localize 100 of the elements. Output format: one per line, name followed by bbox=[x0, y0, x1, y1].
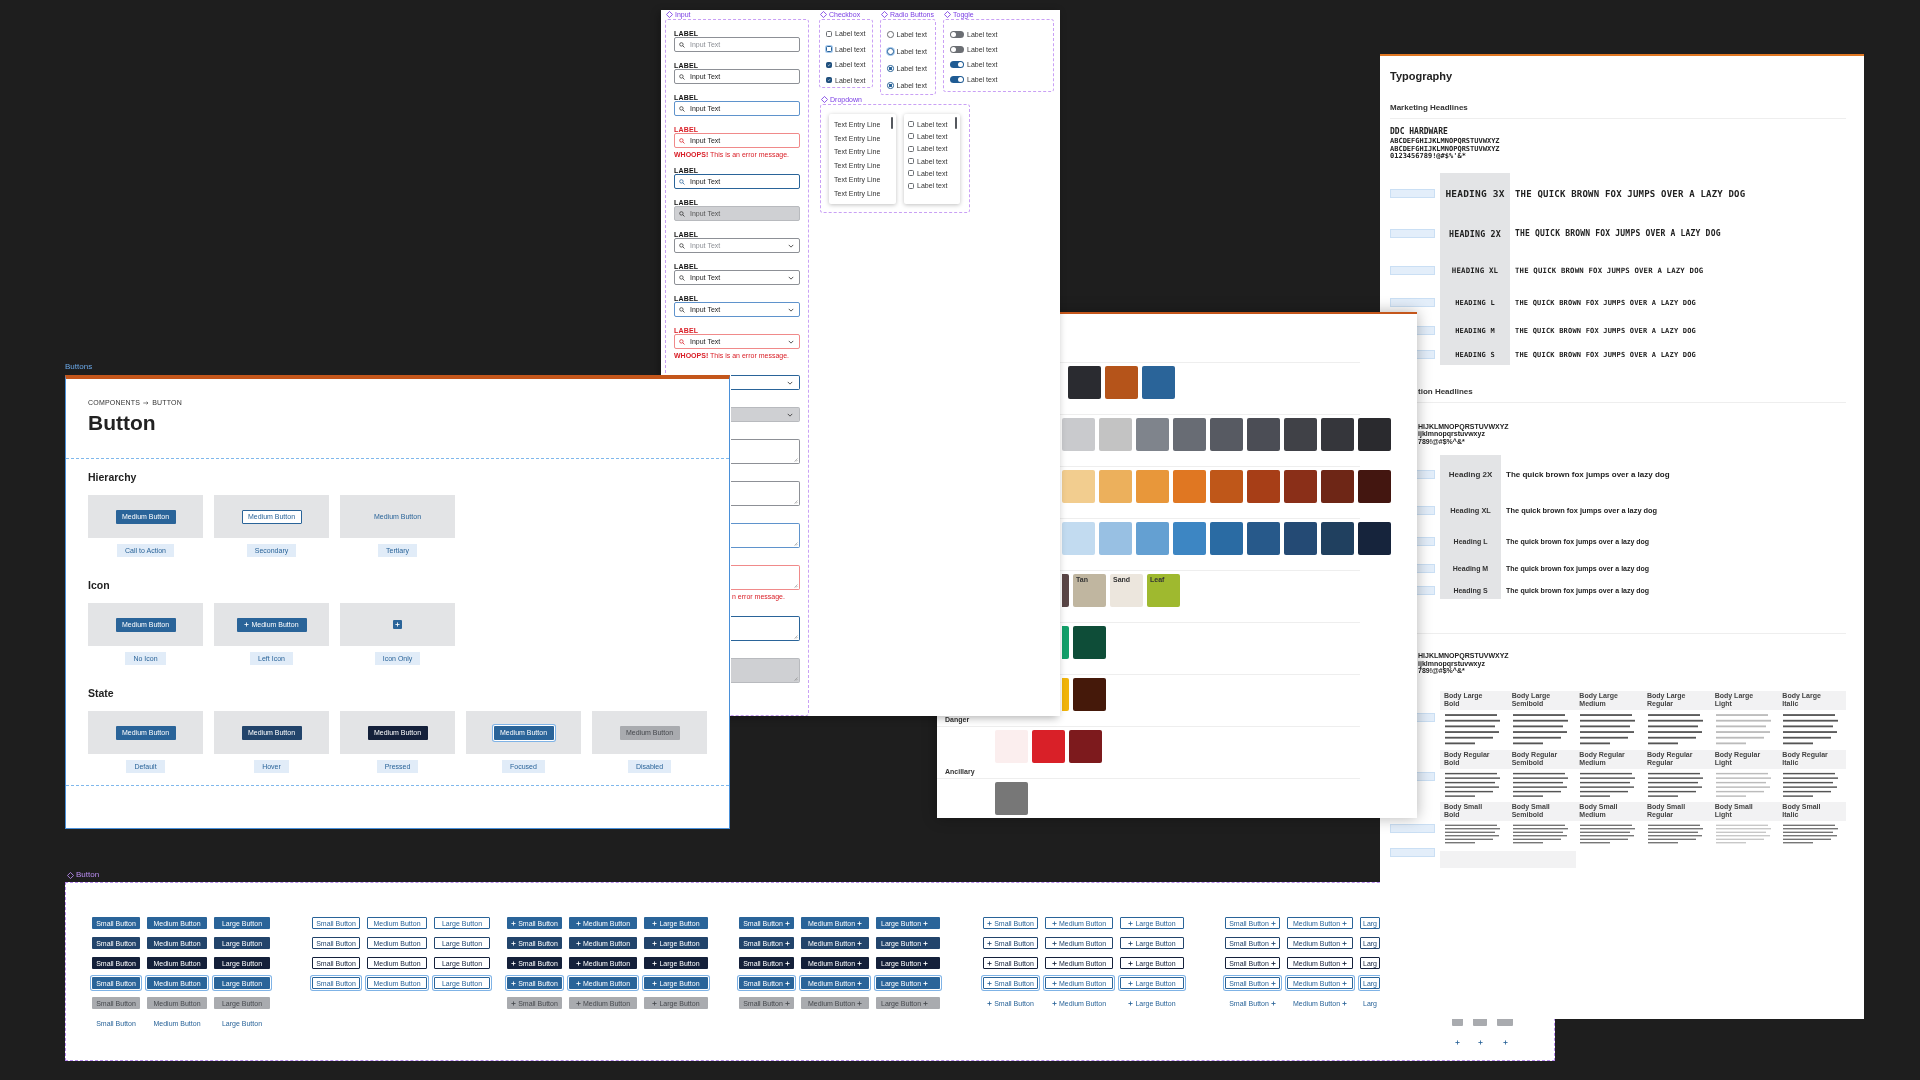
toggle-switch[interactable] bbox=[950, 31, 964, 38]
checkbox[interactable] bbox=[826, 77, 832, 84]
plus-icon bbox=[987, 1000, 993, 1006]
component-icon bbox=[881, 11, 888, 18]
text-area[interactable] bbox=[731, 439, 800, 464]
plus-icon bbox=[987, 940, 993, 946]
chevron-down-icon bbox=[788, 275, 794, 280]
resize-grip-icon bbox=[794, 500, 798, 504]
scrollbar[interactable] bbox=[955, 117, 957, 129]
text-lines-drawing bbox=[1580, 712, 1637, 747]
page-title: Typography bbox=[1390, 70, 1454, 83]
section-title: Marketing Headlines bbox=[1390, 103, 1469, 112]
spec-tag bbox=[1390, 266, 1435, 275]
checkbox[interactable] bbox=[826, 30, 832, 37]
search-icon bbox=[679, 178, 685, 185]
plus-icon bbox=[1051, 920, 1057, 926]
toggle-switch[interactable] bbox=[950, 76, 964, 83]
resize-grip-icon bbox=[794, 635, 798, 639]
checkbox[interactable] bbox=[908, 133, 914, 140]
radio-button[interactable] bbox=[887, 65, 894, 72]
search-icon bbox=[679, 105, 685, 112]
plus-icon bbox=[857, 1000, 863, 1006]
plus-icon bbox=[923, 920, 929, 926]
chevron-down-icon bbox=[787, 413, 793, 417]
plus-icon bbox=[1270, 920, 1276, 926]
scrollbar[interactable] bbox=[891, 117, 893, 129]
checkbox[interactable] bbox=[908, 145, 914, 152]
search-icon bbox=[679, 41, 685, 48]
checkbox[interactable] bbox=[826, 61, 832, 68]
plus-icon bbox=[987, 980, 993, 986]
plus-icon bbox=[784, 960, 790, 966]
spec-tag bbox=[1390, 229, 1435, 238]
text-lines-drawing bbox=[1580, 771, 1637, 799]
text-lines-drawing bbox=[1648, 771, 1704, 799]
plus-icon bbox=[923, 940, 929, 946]
toggle-switch[interactable] bbox=[950, 61, 964, 68]
plus-icon bbox=[652, 980, 658, 986]
radio-button[interactable] bbox=[887, 31, 894, 38]
plus-icon bbox=[857, 980, 863, 986]
plus-icon bbox=[652, 920, 658, 926]
text-lines-drawing bbox=[1445, 712, 1501, 747]
radio-button[interactable] bbox=[887, 82, 894, 89]
plus-icon bbox=[1051, 940, 1057, 946]
text-area[interactable] bbox=[731, 481, 800, 506]
plus-icon bbox=[511, 960, 517, 966]
checkbox[interactable] bbox=[908, 158, 914, 165]
plus-icon bbox=[1342, 920, 1348, 926]
section-title: Hierarchy bbox=[88, 471, 138, 483]
text-lines-drawing bbox=[1783, 823, 1840, 845]
page-title: Button bbox=[88, 411, 157, 435]
component-icon bbox=[67, 871, 74, 879]
plus-icon bbox=[857, 960, 863, 966]
checkbox[interactable] bbox=[826, 46, 832, 53]
text-lines-drawing bbox=[1512, 771, 1569, 799]
plus-icon bbox=[511, 980, 517, 986]
checkbox[interactable] bbox=[908, 182, 914, 189]
plus-icon bbox=[1477, 1039, 1483, 1045]
chevron-down-icon bbox=[788, 307, 794, 312]
plus-icon bbox=[1342, 940, 1348, 946]
frame-label: Button bbox=[76, 870, 100, 880]
plus-icon bbox=[1270, 940, 1276, 946]
dropdown-field[interactable] bbox=[731, 375, 800, 390]
plus-icon bbox=[1051, 960, 1057, 966]
plus-icon bbox=[511, 940, 517, 946]
plus-icon bbox=[1502, 1039, 1508, 1045]
toggle-switch[interactable] bbox=[950, 46, 964, 53]
heading-name: Heading 2X bbox=[1440, 455, 1501, 493]
text-lines-drawing bbox=[1783, 712, 1840, 747]
checkbox[interactable] bbox=[908, 170, 914, 177]
heading-sample: The quick brown fox jumps over a lazy dog bbox=[1506, 469, 1670, 479]
checkbox[interactable] bbox=[908, 121, 914, 128]
plus-icon bbox=[652, 1000, 658, 1006]
spec-tag bbox=[1390, 823, 1435, 833]
text-lines-drawing bbox=[1715, 712, 1772, 747]
chevron-down-icon bbox=[787, 381, 793, 385]
plus-icon bbox=[575, 940, 581, 946]
text-lines-drawing bbox=[1445, 771, 1501, 799]
plus-icon bbox=[244, 622, 250, 627]
radio-button[interactable] bbox=[887, 48, 894, 55]
icon-button[interactable] bbox=[393, 620, 402, 629]
plus-icon bbox=[1128, 1000, 1134, 1006]
search-icon bbox=[679, 73, 685, 80]
spec-tag bbox=[1390, 189, 1435, 198]
heading-name: HEADING 2X bbox=[1440, 214, 1510, 253]
plus-icon bbox=[923, 1000, 929, 1006]
plus-icon bbox=[1051, 1000, 1057, 1006]
text-lines-drawing bbox=[1580, 823, 1637, 845]
plus-icon bbox=[575, 920, 581, 926]
plus-icon bbox=[784, 940, 790, 946]
text-lines-drawing bbox=[1512, 823, 1569, 845]
frame-label: Buttons bbox=[65, 362, 93, 371]
heading-sample: THE QUICK BROWN FOX JUMPS OVER A LAZY DOG bbox=[1515, 188, 1746, 199]
plus-icon bbox=[1128, 940, 1134, 946]
heading-name: HEADING 3X bbox=[1440, 172, 1510, 215]
resize-grip-icon bbox=[794, 458, 798, 462]
text-area[interactable] bbox=[731, 616, 800, 641]
plus-icon bbox=[575, 1000, 581, 1006]
plus-icon bbox=[511, 920, 517, 926]
search-icon bbox=[679, 210, 685, 217]
text-area[interactable] bbox=[731, 523, 800, 548]
